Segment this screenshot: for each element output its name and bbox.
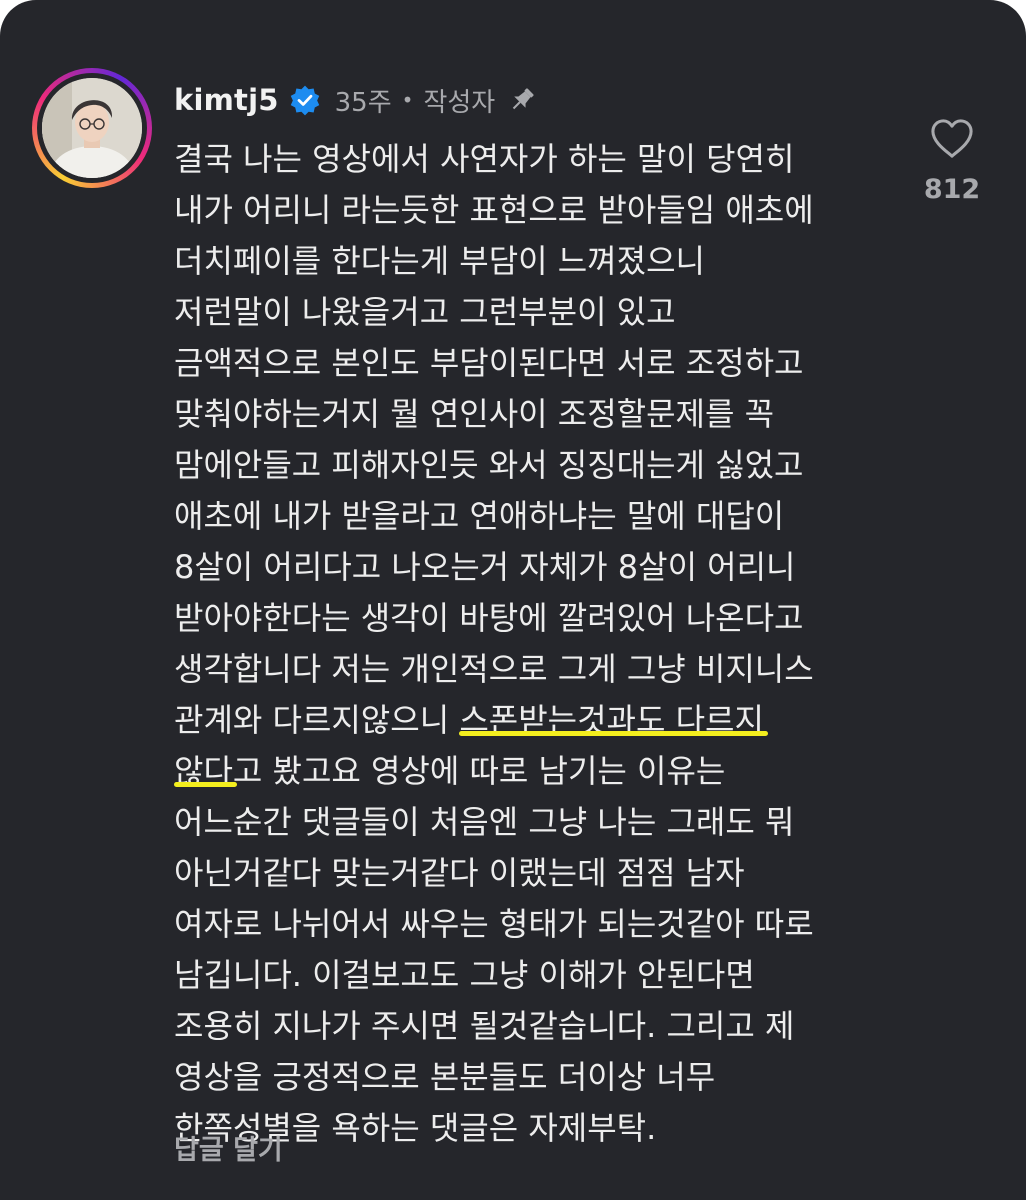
comment-line: 여자로 나뉘어서 싸우는 형태가 되는것같아 따로 <box>174 905 814 943</box>
username-link[interactable]: kimtj5 <box>174 83 279 117</box>
comment-text: 결국 나는 영상에서 사연자가 하는 말이 당연히 내가 어리니 라는듯한 표현… <box>174 134 904 1154</box>
comment-line: 더치페이를 한다는게 부담이 느껴졌으니 <box>174 242 705 280</box>
comment-line: 남깁니다. 이걸보고도 그냥 이해가 안된다면 <box>174 956 755 994</box>
heart-icon[interactable] <box>929 118 975 160</box>
comment-line: 조용히 지나가 주시면 될것같습니다. 그리고 제 <box>174 1007 795 1045</box>
comment-sheet: kimtj5 35주 • 작성자 결국 나는 영상에서 사연자가 하는 말이 당… <box>0 0 1026 1200</box>
comment-line: 관계와 다르지않으니 스폰받는것과도 다르지 <box>174 695 904 746</box>
comment-line: 아닌거같다 맞는거같다 이랬는데 점점 남자 <box>174 854 745 892</box>
comment-line: 받아야한다는 생각이 바탕에 깔려있어 나온다고 <box>174 599 804 637</box>
highlighted-text: 않다 <box>174 752 233 790</box>
like-control: 812 <box>922 118 982 205</box>
comment-line: 한쪽성별을 욕하는 댓글은 자제부탁. <box>174 1109 657 1147</box>
comment-line: 어느순간 댓글들이 처음엔 그냥 나는 그래도 뭐 <box>174 803 795 841</box>
comment-line: 영상을 긍정적으로 본분들도 더이상 너무 <box>174 1058 716 1096</box>
comment-line: 내가 어리니 라는듯한 표현으로 받아들임 애초에 <box>174 191 814 229</box>
comment-line: 않다고 봤고요 영상에 따로 남기는 이유는 <box>174 746 904 797</box>
comment-line: 애초에 내가 받을라고 연애하냐는 말에 대답이 <box>174 497 785 535</box>
comment-line: 생각합니다 저는 개인적으로 그게 그냥 비지니스 <box>174 650 814 688</box>
line-text: 관계와 다르지않으니 <box>174 701 460 739</box>
profile-avatar[interactable] <box>42 78 142 178</box>
avatar-image <box>42 78 142 178</box>
pin-icon <box>513 88 534 110</box>
reply-button[interactable]: 답글 달기 <box>174 1128 283 1167</box>
highlighted-text: 스폰받는것과도 다르지 <box>459 701 764 739</box>
comment-age: 35주 <box>334 87 392 118</box>
comment-line: 결국 나는 영상에서 사연자가 하는 말이 당연히 <box>174 140 795 178</box>
meta-separator: • <box>401 88 414 112</box>
comment-header: kimtj5 35주 • 작성자 <box>174 78 537 122</box>
comment-line: 8살이 어리다고 나오는거 자체가 8살이 어리니 <box>174 548 796 586</box>
comment-line: 맞춰야하는거지 뭘 연인사이 조정할문제를 꼭 <box>174 395 775 433</box>
story-ring[interactable] <box>32 68 152 188</box>
comment-line: 금액적으로 본인도 부담이된다면 서로 조정하고 <box>174 344 804 382</box>
line-text: 고 봤고요 영상에 따로 남기는 이유는 <box>232 752 726 790</box>
comment-line: 저런말이 나왔을거고 그런부분이 있고 <box>174 293 676 331</box>
comment-line: 맘에안들고 피해자인듯 와서 징징대는게 싫었고 <box>174 446 804 484</box>
like-count: 812 <box>923 174 981 205</box>
verified-badge-icon <box>290 85 319 116</box>
author-label: 작성자 <box>423 87 496 118</box>
